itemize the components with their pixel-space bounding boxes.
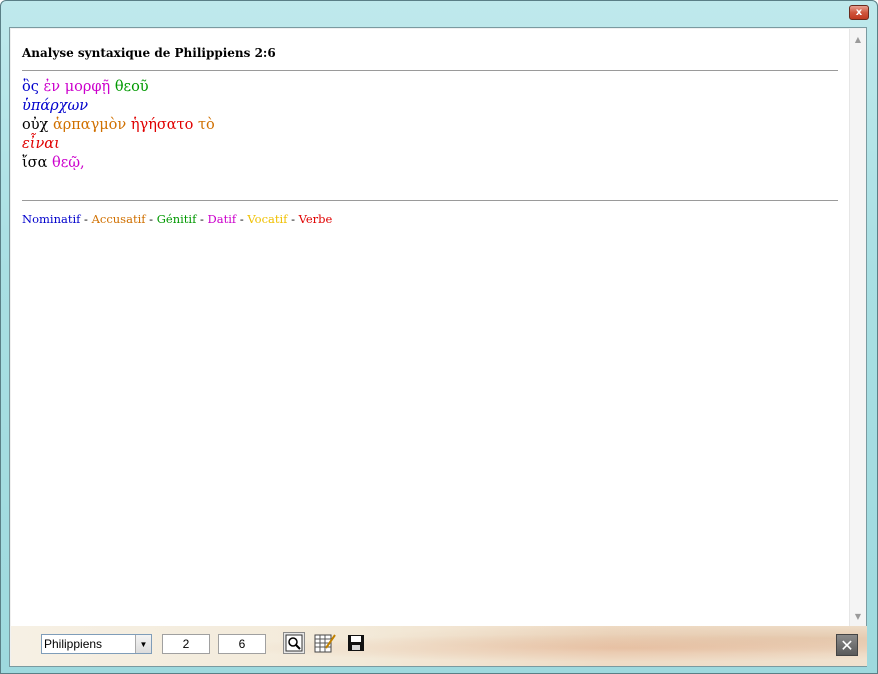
search-page-button[interactable] (283, 632, 305, 654)
edit-grid-button[interactable] (314, 632, 336, 654)
window-frame: x Analyse syntaxique de Philippiens 2:6 … (0, 0, 878, 674)
vertical-scrollbar[interactable]: ▲ ▼ (849, 29, 866, 626)
greek-word: ἁρπαγμὸν (52, 117, 127, 133)
legend-item-datif: Datif (207, 212, 237, 226)
greek-word: θεοῦ (114, 79, 149, 95)
legend-item-nominatif: Nominatif (22, 212, 81, 226)
legend-separator: - (287, 212, 299, 226)
greek-word: μορφῇ (64, 79, 111, 95)
close-panel-button[interactable]: ✕ (836, 634, 858, 656)
legend-item-accusatif: Accusatif (91, 212, 146, 226)
page-title: Analyse syntaxique de Philippiens 2:6 (22, 46, 276, 60)
greek-word: θεῷ, (51, 155, 85, 171)
greek-line: ἴσα θεῷ, (22, 154, 215, 173)
verse-input[interactable]: 6 (218, 634, 266, 654)
book-select-value: Philippiens (44, 637, 103, 651)
case-legend: Nominatif - Accusatif - Génitif - Datif … (22, 212, 332, 226)
legend-item-génitif: Génitif (156, 212, 197, 226)
greek-word: τὸ (197, 117, 215, 133)
book-select[interactable]: Philippiens ▼ (41, 634, 152, 654)
scroll-down-icon[interactable]: ▼ (850, 608, 866, 624)
greek-word: ὃς (22, 79, 39, 95)
scroll-up-icon[interactable]: ▲ (850, 31, 866, 47)
greek-line: ὃς ἐν μορφῇ θεοῦ (22, 78, 215, 97)
legend-separator: - (196, 212, 208, 226)
close-icon: x (855, 7, 863, 18)
legend-item-vocatif: Vocatif (247, 212, 288, 226)
greek-word: ἴσα (22, 155, 48, 171)
greek-line: οὐχ ἁρπαγμὸν ἡγήσατο τὸ (22, 116, 215, 135)
save-disk-icon (348, 635, 364, 651)
client-area: Analyse syntaxique de Philippiens 2:6 ὃς… (9, 27, 867, 667)
legend-separator: - (80, 212, 92, 226)
greek-text-block: ὃς ἐν μορφῇ θεοῦ ὑπάρχων οὐχ ἁρπαγμὸν ἡγήσ… (22, 78, 215, 173)
greek-word: οὐχ (22, 117, 49, 133)
bottom-toolbar: Philippiens ▼ 2 6 ✕ (11, 626, 867, 666)
save-button[interactable] (345, 632, 367, 654)
window-close-button[interactable]: x (849, 5, 869, 20)
edit-grid-icon (314, 634, 336, 653)
chapter-input[interactable]: 2 (162, 634, 210, 654)
analysis-panel: Analyse syntaxique de Philippiens 2:6 ὃς… (11, 29, 849, 626)
legend-separator: - (236, 212, 248, 226)
search-page-icon (285, 634, 303, 652)
greek-word: ἐν (43, 79, 61, 95)
divider (22, 70, 838, 71)
chevron-down-icon[interactable]: ▼ (135, 635, 151, 653)
greek-line: εἶναι (22, 135, 215, 154)
greek-line: ὑπάρχων (22, 97, 215, 116)
legend-separator: - (145, 212, 157, 226)
divider (22, 200, 838, 201)
legend-item-verbe: Verbe (298, 212, 333, 226)
greek-word: ἡγήσατο (130, 117, 194, 133)
greek-word: ὑπάρχων (22, 98, 89, 114)
greek-word: εἶναι (22, 136, 60, 152)
close-icon: ✕ (840, 635, 854, 655)
